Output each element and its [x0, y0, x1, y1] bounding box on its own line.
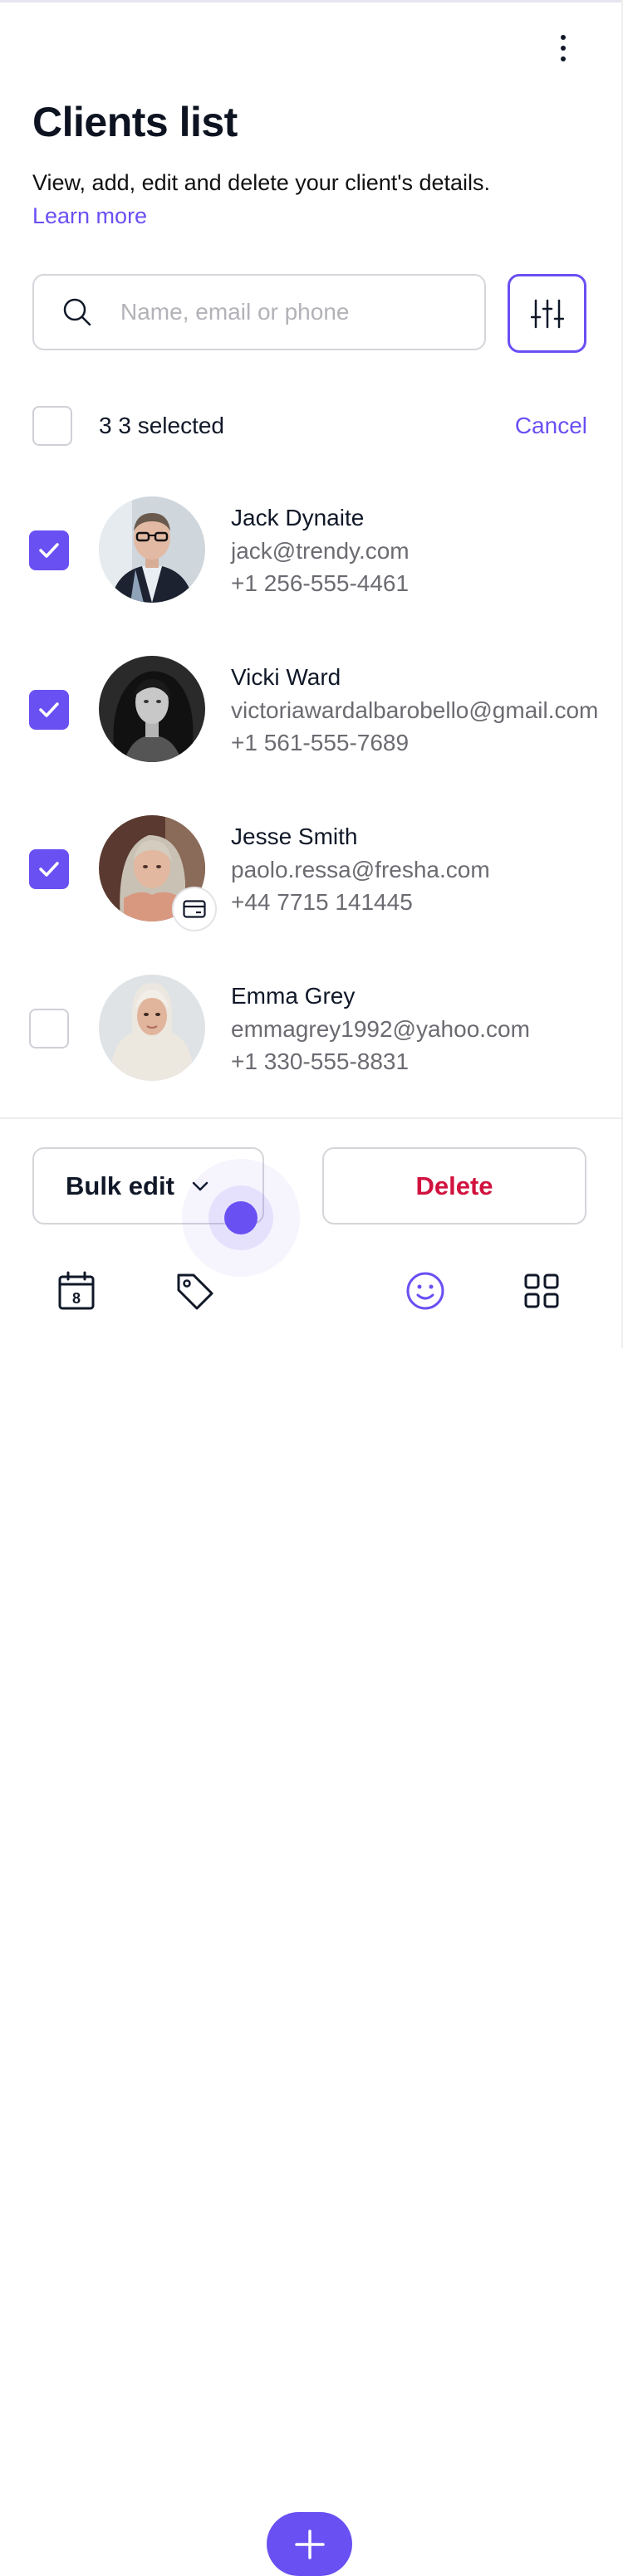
nav-calendar[interactable]: 8 — [43, 1254, 110, 1328]
bulk-edit-label: Bulk edit — [66, 1171, 174, 1200]
client-checkbox[interactable] — [29, 690, 69, 730]
client-row[interactable]: Jesse Smith paolo.ressa@fresha.com +44 7… — [0, 815, 623, 931]
page-title: Clients list — [32, 99, 238, 145]
client-name: Jack Dynaite — [231, 505, 365, 530]
client-row[interactable]: Emma Grey emmagrey1992@yahoo.com +1 330-… — [0, 975, 623, 1083]
search-box[interactable] — [32, 274, 486, 350]
search-input[interactable] — [119, 298, 454, 326]
touch-indicator — [224, 1201, 258, 1234]
delete-button[interactable]: Delete — [322, 1147, 586, 1224]
delete-label: Delete — [415, 1171, 493, 1200]
client-checkbox[interactable] — [29, 849, 69, 889]
check-icon — [39, 702, 59, 717]
nav-sales[interactable] — [161, 1254, 228, 1328]
cancel-selection-button[interactable]: Cancel — [515, 413, 587, 439]
bottom-nav: 8 — [0, 1254, 623, 2576]
tag-icon — [177, 1273, 213, 1310]
filter-button[interactable] — [508, 274, 586, 353]
selected-count: 3 3 selected — [99, 413, 224, 438]
client-email: paolo.ressa@fresha.com — [231, 857, 490, 882]
client-email: victoriawardalbarobello@gmail.com — [231, 697, 599, 723]
card-icon — [172, 887, 217, 931]
calendar-icon: 8 — [58, 1271, 95, 1310]
client-name: Vicki Ward — [231, 664, 341, 690]
select-all-checkbox[interactable] — [32, 406, 72, 446]
client-checkbox[interactable] — [29, 1009, 69, 1048]
learn-more-link[interactable]: Learn more — [32, 203, 147, 229]
add-button[interactable] — [267, 2512, 352, 2576]
avatar — [99, 975, 205, 1081]
search-icon — [63, 298, 91, 326]
client-phone: +1 256-555-4461 — [231, 570, 410, 596]
client-name: Emma Grey — [231, 983, 356, 1009]
client-email: jack@trendy.com — [231, 538, 410, 564]
client-row[interactable]: Vicki Ward victoriawardalbarobello@gmail… — [0, 656, 623, 764]
nav-clients[interactable] — [392, 1254, 459, 1328]
plus-icon — [294, 2529, 325, 2559]
client-phone: +44 7715 141445 — [231, 889, 413, 915]
top-border — [0, 0, 623, 2]
avatar — [99, 496, 205, 603]
client-email: emmagrey1992@yahoo.com — [231, 1016, 530, 1042]
check-icon — [39, 862, 59, 877]
grid-icon — [524, 1273, 559, 1308]
client-checkbox[interactable] — [29, 530, 69, 570]
more-vertical-icon[interactable] — [548, 30, 578, 66]
client-phone: +1 561-555-7689 — [231, 730, 410, 755]
client-name: Jesse Smith — [231, 824, 358, 849]
smile-icon — [406, 1272, 444, 1310]
footer-divider — [0, 1117, 623, 1119]
svg-text:8: 8 — [72, 1290, 81, 1307]
client-phone: +1 330-555-8831 — [231, 1048, 410, 1074]
client-row[interactable]: Jack Dynaite jack@trendy.com +1 256-555-… — [0, 496, 623, 604]
avatar — [99, 656, 205, 762]
nav-more[interactable] — [508, 1254, 575, 1328]
check-icon — [39, 543, 59, 558]
sliders-icon — [530, 299, 564, 328]
selection-bar: 3 3 selected Cancel — [32, 406, 587, 446]
page-subtitle: View, add, edit and delete your client's… — [32, 170, 491, 195]
